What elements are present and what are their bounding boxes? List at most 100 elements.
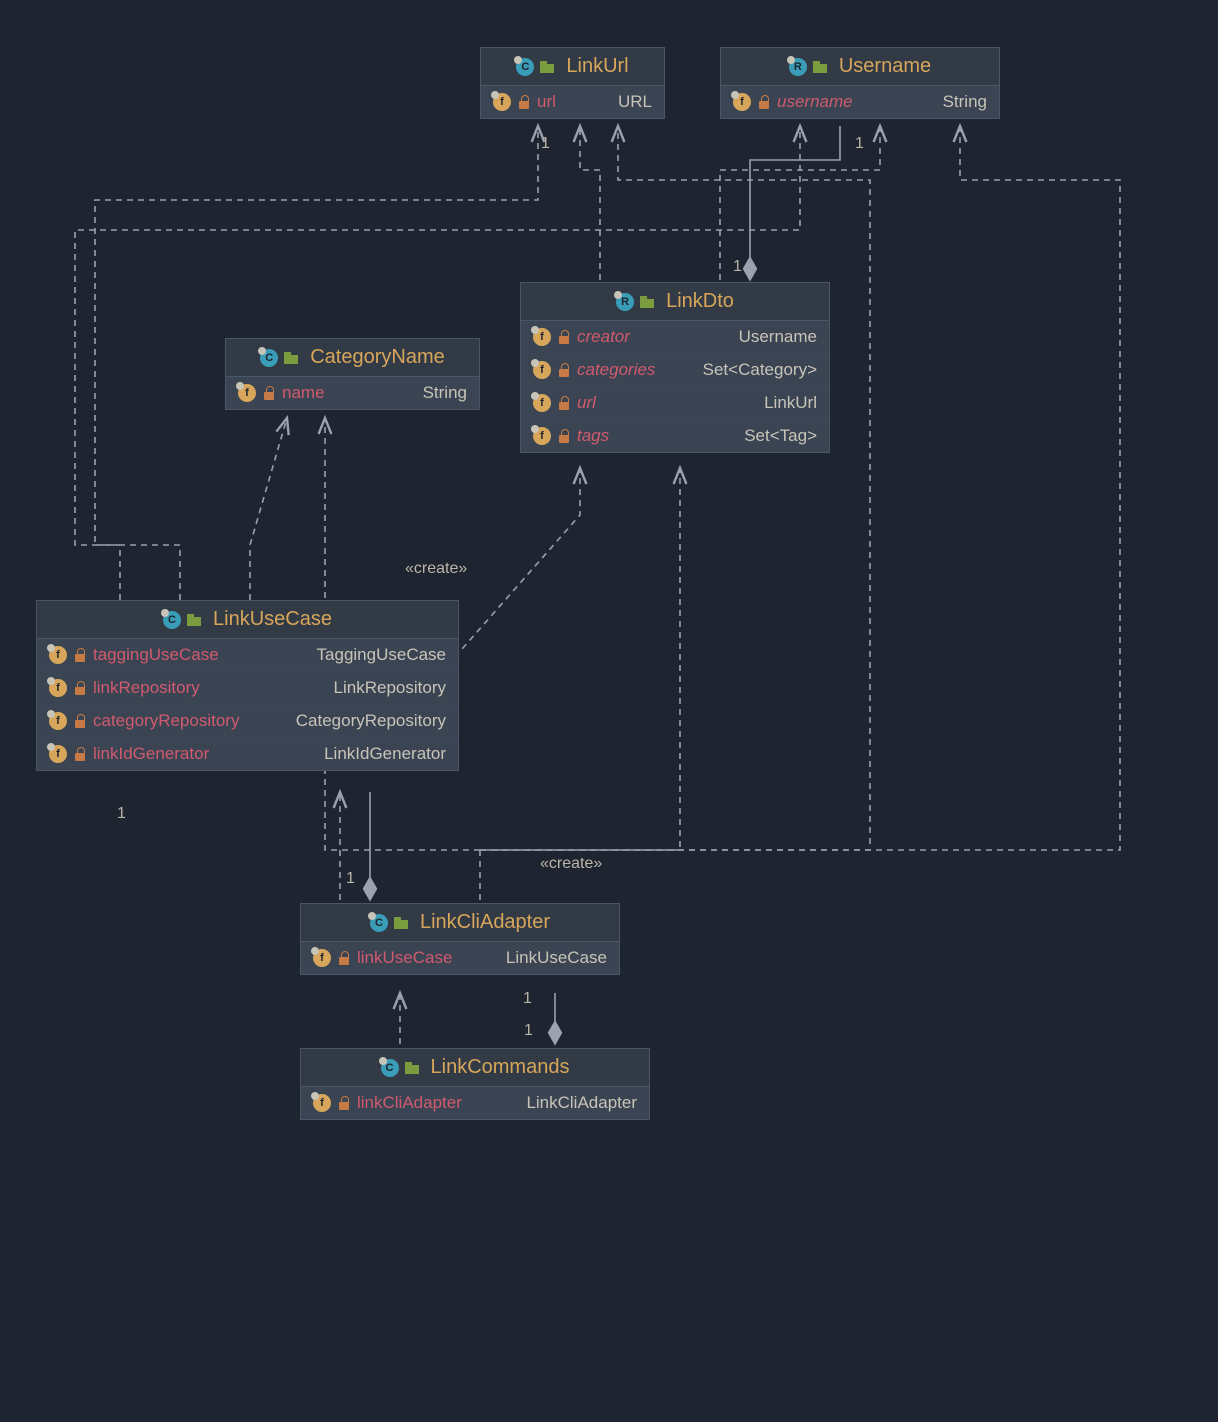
package-icon <box>187 614 201 626</box>
class-kind-icon: C <box>370 914 388 932</box>
class-header: C LinkCommands <box>301 1049 649 1087</box>
stereotype-create: «create» <box>405 560 467 578</box>
class-header: C CategoryName <box>226 339 479 377</box>
class-kind-icon: C <box>260 349 278 367</box>
field-type: CategoryRepository <box>296 711 446 731</box>
class-field-row: f linkIdGenerator LinkIdGenerator <box>37 738 458 770</box>
field-type: String <box>423 383 467 403</box>
class-LinkCommands: C LinkCommands f linkCliAdapter LinkCliA… <box>300 1048 650 1120</box>
lock-icon <box>74 681 86 695</box>
multiplicity-label: 1 <box>524 1022 533 1040</box>
class-title: LinkDto <box>666 290 734 313</box>
field-name: username <box>777 92 853 112</box>
field-type: LinkIdGenerator <box>324 744 446 764</box>
class-header: R LinkDto <box>521 283 829 321</box>
field-icon: f <box>533 328 551 346</box>
class-title: LinkCommands <box>431 1056 570 1079</box>
class-CategoryName: C CategoryName f name String <box>225 338 480 410</box>
field-name: name <box>282 383 325 403</box>
field-icon: f <box>238 384 256 402</box>
field-icon: f <box>49 679 67 697</box>
package-icon <box>394 917 408 929</box>
field-icon: f <box>49 712 67 730</box>
class-LinkUseCase: C LinkUseCase f taggingUseCase TaggingUs… <box>36 600 459 771</box>
class-field-row: f username String <box>721 86 999 118</box>
field-type: LinkUseCase <box>506 948 607 968</box>
class-kind-icon: C <box>163 611 181 629</box>
edge-linkusecase-categoryname <box>250 418 287 600</box>
field-name: categoryRepository <box>93 711 239 731</box>
class-field-row: f url LinkUrl <box>521 387 829 420</box>
multiplicity-label: 1 <box>117 805 126 823</box>
class-header: C LinkUseCase <box>37 601 458 639</box>
package-icon <box>405 1062 419 1074</box>
class-field-row: f tags Set<Tag> <box>521 420 829 452</box>
class-field-row: f linkRepository LinkRepository <box>37 672 458 705</box>
lock-icon <box>338 951 350 965</box>
class-kind-icon: R <box>789 58 807 76</box>
field-icon: f <box>493 93 511 111</box>
stereotype-create: «create» <box>540 855 602 873</box>
field-type: Set<Category> <box>703 360 817 380</box>
field-name: linkUseCase <box>357 948 452 968</box>
class-Username: R Username f username String <box>720 47 1000 119</box>
class-field-row: f linkCliAdapter LinkCliAdapter <box>301 1087 649 1119</box>
multiplicity-label: 1 <box>855 135 864 153</box>
class-header: R Username <box>721 48 999 86</box>
class-kind-icon: C <box>381 1059 399 1077</box>
class-header: C LinkUrl <box>481 48 664 86</box>
edge-linkdto-linkurl <box>580 126 600 280</box>
field-icon: f <box>49 646 67 664</box>
lock-icon <box>74 747 86 761</box>
class-kind-icon: R <box>616 293 634 311</box>
field-name: categories <box>577 360 655 380</box>
field-icon: f <box>313 1094 331 1112</box>
multiplicity-label: 1 <box>523 990 532 1008</box>
lock-icon <box>558 396 570 410</box>
class-field-row: f url URL <box>481 86 664 118</box>
class-field-row: f taggingUseCase TaggingUseCase <box>37 639 458 672</box>
edge-linkdto-username-comp <box>750 126 840 280</box>
field-name: linkRepository <box>93 678 200 698</box>
field-type: Username <box>739 327 817 347</box>
multiplicity-label: 1 <box>733 258 742 276</box>
class-LinkDto: R LinkDto f creator Username f categorie… <box>520 282 830 453</box>
field-icon: f <box>533 394 551 412</box>
class-field-row: f categoryRepository CategoryRepository <box>37 705 458 738</box>
multiplicity-label: 1 <box>346 870 355 888</box>
class-field-row: f categories Set<Category> <box>521 354 829 387</box>
field-name: taggingUseCase <box>93 645 219 665</box>
class-title: LinkUseCase <box>213 608 332 631</box>
class-header: C LinkCliAdapter <box>301 904 619 942</box>
field-name: linkCliAdapter <box>357 1093 462 1113</box>
class-title: LinkCliAdapter <box>420 911 550 934</box>
field-type: LinkUrl <box>764 393 817 413</box>
field-type: LinkCliAdapter <box>526 1093 637 1113</box>
package-icon <box>284 352 298 364</box>
lock-icon <box>518 95 530 109</box>
class-title: LinkUrl <box>566 55 628 78</box>
lock-icon <box>558 429 570 443</box>
lock-icon <box>263 386 275 400</box>
class-title: CategoryName <box>310 346 445 369</box>
edge-linkcliadapter-linkurl <box>480 126 870 850</box>
field-icon: f <box>313 949 331 967</box>
field-type: LinkRepository <box>334 678 446 698</box>
lock-icon <box>558 363 570 377</box>
lock-icon <box>74 714 86 728</box>
package-icon <box>540 61 554 73</box>
edge-linkcliadapter-username <box>480 126 1120 850</box>
class-title: Username <box>839 55 931 78</box>
field-type: URL <box>618 92 652 112</box>
field-name: linkIdGenerator <box>93 744 209 764</box>
multiplicity-label: 1 <box>541 135 550 153</box>
field-name: creator <box>577 327 630 347</box>
field-type: TaggingUseCase <box>317 645 446 665</box>
class-field-row: f creator Username <box>521 321 829 354</box>
class-field-row: f linkUseCase LinkUseCase <box>301 942 619 974</box>
lock-icon <box>558 330 570 344</box>
field-icon: f <box>49 745 67 763</box>
lock-icon <box>338 1096 350 1110</box>
field-icon: f <box>533 361 551 379</box>
field-name: url <box>537 92 556 112</box>
